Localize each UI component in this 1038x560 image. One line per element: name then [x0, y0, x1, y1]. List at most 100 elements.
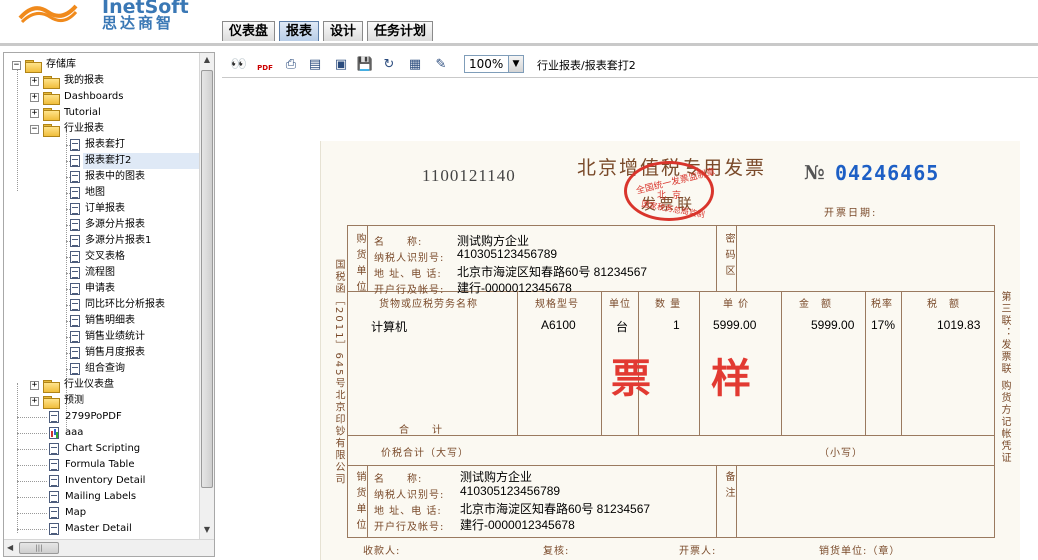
total-small-label: （小写） — [819, 448, 863, 459]
edit-icon[interactable]: ✎ — [432, 56, 450, 74]
collapse-icon[interactable]: − — [30, 125, 39, 134]
logo: InetSoft 思达商智 — [14, 0, 189, 36]
invoice-code: 1100121140 — [422, 166, 516, 185]
invoice-number: 04246465 — [835, 161, 940, 185]
invoice-number-symbol: № — [804, 162, 825, 184]
folder-icon — [43, 380, 60, 393]
folder-icon — [43, 396, 60, 409]
item-tax: 1019.83 — [937, 318, 981, 332]
buyer-bank: 建行-0000012345678 — [457, 281, 572, 295]
folder-icon — [43, 76, 60, 89]
col-price: 单 价 — [723, 299, 750, 310]
report-icon — [70, 155, 80, 167]
col-unit: 单位 — [609, 299, 631, 310]
issue-date-label: 开票日期: — [824, 208, 878, 219]
print-icon[interactable]: ⎙ — [282, 56, 300, 74]
item-price: 5999.00 — [713, 318, 757, 332]
tree-horizontal-scrollbar[interactable]: ◀ ||| — [4, 539, 214, 556]
pdf-icon[interactable]: PDF — [256, 56, 274, 74]
buyer-address: 北京市海淀区知春路60号 81234567 — [457, 265, 648, 279]
buyer-side-label: 购货单位 — [354, 233, 365, 297]
report-icon — [49, 491, 59, 503]
report-icon — [70, 363, 80, 375]
payee-label: 收款人: — [363, 546, 401, 557]
report-icon — [49, 475, 59, 487]
issuer-label: 开票人: — [679, 546, 717, 557]
seller-side-label: 销货单位 — [354, 471, 365, 535]
seller-bank: 建行-0000012345678 — [460, 518, 575, 532]
remarks-label: 备注 — [723, 471, 734, 503]
sample-stamp-char: 票 — [611, 355, 651, 402]
tree-node-label: 存储库 — [46, 59, 76, 70]
item-unit: 台 — [616, 320, 629, 334]
buyer-tax-id: 410305123456789 — [457, 247, 558, 261]
breadcrumb: 行业报表/报表套打2 — [537, 59, 636, 72]
code-area-label: 密码区 — [723, 233, 734, 281]
item-qty: 1 — [673, 318, 680, 332]
report-icon — [70, 315, 80, 327]
expand-icon[interactable]: + — [30, 397, 39, 406]
scroll-left-icon[interactable]: ◀ — [7, 543, 13, 552]
export-icon[interactable]: ▦ — [406, 56, 424, 74]
logo-text-cn: 思达商智 — [102, 14, 175, 32]
invoice-left-margin-text: 国税函［2011］645号北京印钞有限公司 — [333, 259, 344, 486]
tree-vertical-scrollbar[interactable]: ▲ ▼ — [199, 53, 214, 539]
expand-icon[interactable]: + — [30, 381, 39, 390]
seller-address: 北京市海淀区知春路60号 81234567 — [460, 502, 651, 516]
item-amount: 5999.00 — [811, 318, 855, 332]
report-icon — [49, 459, 59, 471]
report-icon — [70, 283, 80, 295]
scroll-thumb[interactable] — [201, 70, 213, 488]
report-viewer: 1100121140 北京增值税专用发票 发票联 全国统一发票监制章 北京 国家… — [222, 79, 1038, 560]
report-icon — [70, 347, 80, 359]
invoice-right-margin-text: 第三联：发票联 购货方记帐凭证 — [999, 291, 1010, 465]
col-qty: 数 量 — [655, 299, 682, 310]
binoculars-icon[interactable]: 👀 — [230, 56, 248, 74]
total-words-label: 价税合计（大写） — [381, 448, 469, 459]
item-rate: 17% — [871, 318, 896, 332]
save-icon[interactable]: 💾 — [356, 56, 374, 74]
scroll-thumb[interactable]: ||| — [19, 542, 59, 554]
invoice-document: 1100121140 北京增值税专用发票 发票联 全国统一发票监制章 北京 国家… — [320, 141, 1020, 560]
folder-icon — [25, 60, 42, 73]
col-spec: 规格型号 — [535, 299, 579, 310]
tab-schedule[interactable]: 任务计划 — [367, 21, 434, 41]
app-window: InetSoft 思达商智 仪表盘 报表 设计 任务计划 − 存储库 + 我的报… — [0, 0, 1038, 560]
col-goods: 货物或应税劳务名称 — [379, 299, 478, 310]
zoom-select[interactable]: 100% ▼ — [464, 55, 524, 73]
printer-icon[interactable]: ▤ — [306, 56, 324, 74]
report-icon — [70, 251, 80, 263]
preview-icon[interactable]: ▣ — [332, 56, 350, 74]
col-tax: 税 额 — [927, 299, 960, 310]
sample-stamp-char: 样 — [711, 355, 751, 402]
report-icon — [70, 267, 80, 279]
scroll-down-icon[interactable]: ▼ — [202, 525, 212, 537]
chevron-down-icon[interactable]: ▼ — [508, 56, 523, 72]
report-toolbar: 👀 PDF ⎙ ▤ ▣ 💾 ↻ ▦ ✎ 100% ▼ 行业报表/报表套打2 — [222, 52, 1038, 78]
item-spec: A6100 — [541, 318, 576, 332]
report-icon — [49, 411, 59, 423]
scroll-up-icon[interactable]: ▲ — [202, 55, 212, 67]
report-icon — [49, 523, 59, 535]
tab-design[interactable]: 设计 — [323, 21, 364, 41]
col-rate: 税率 — [871, 299, 893, 310]
chart-report-icon — [49, 427, 59, 439]
header-divider — [0, 43, 1038, 46]
expand-icon[interactable]: + — [30, 93, 39, 102]
folder-icon — [43, 92, 60, 105]
main-tabs: 仪表盘 报表 设计 任务计划 — [222, 21, 437, 41]
tab-dashboard[interactable]: 仪表盘 — [222, 21, 276, 41]
report-icon — [70, 187, 80, 199]
seller-tax-id: 410305123456789 — [460, 484, 561, 498]
report-icon — [70, 299, 80, 311]
expand-icon[interactable]: + — [30, 109, 39, 118]
expand-icon[interactable]: + — [30, 77, 39, 86]
seller-name: 测试购方企业 — [460, 470, 533, 484]
repository-tree-panel: − 存储库 + 我的报表 + Dashboards + Tutorial − 行… — [3, 52, 215, 557]
folder-icon — [43, 108, 60, 121]
zoom-value: 100% — [469, 57, 504, 71]
collapse-icon[interactable]: − — [12, 61, 21, 70]
tab-reports[interactable]: 报表 — [279, 21, 320, 41]
report-icon — [49, 507, 59, 519]
refresh-icon[interactable]: ↻ — [380, 56, 398, 74]
